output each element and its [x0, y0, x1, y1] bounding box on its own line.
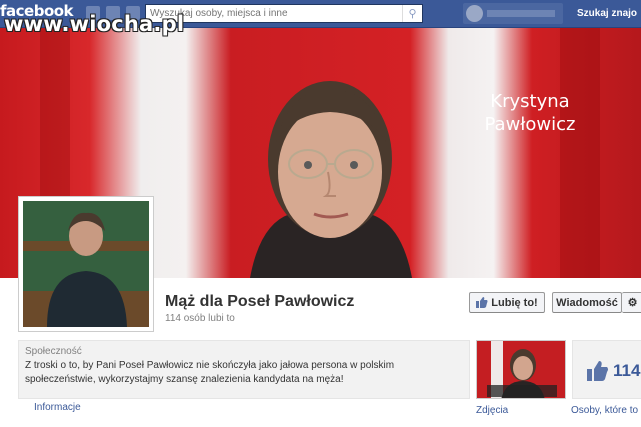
likes-app-thumbnail[interactable]: 114: [572, 340, 641, 399]
message-button-label: Wiadomość: [556, 296, 618, 309]
cover-caption-first-name: Krystyna: [490, 91, 570, 112]
profile-name-redacted: [487, 10, 555, 17]
like-button-label: Lubię to!: [491, 296, 538, 309]
photos-app-thumbnail[interactable]: [476, 340, 566, 399]
likes-app-label[interactable]: Osoby, które to: [571, 405, 638, 416]
search-icon[interactable]: ⚲: [402, 5, 422, 22]
profile-link[interactable]: [463, 3, 563, 24]
likes-app-number: 114: [613, 361, 641, 380]
photos-app-label[interactable]: Zdjęcia: [476, 405, 508, 416]
message-button[interactable]: Wiadomość: [552, 292, 622, 313]
likes-count[interactable]: 114 osób lubi to: [165, 313, 235, 324]
profile-picture[interactable]: [18, 196, 154, 332]
flag-fold: [560, 28, 600, 278]
photos-thumbnail-image: [477, 341, 565, 398]
profile-photo-illustration: [23, 201, 149, 327]
info-link[interactable]: Informacje: [34, 402, 81, 413]
gear-icon: ⚙: [627, 297, 638, 309]
thumbs-up-icon: [587, 361, 608, 381]
avatar: [466, 5, 483, 22]
search-box[interactable]: ⚲: [145, 4, 423, 23]
page-category[interactable]: Społeczność: [25, 346, 463, 357]
cover-caption: Krystyna Pawłowicz: [470, 90, 590, 136]
cover-caption-last-name: Pawłowicz: [484, 114, 576, 135]
page-description: Z troski o to, by Pani Poseł Pawłowicz n…: [25, 360, 395, 385]
gear-button[interactable]: ⚙: [622, 292, 641, 313]
like-button[interactable]: Lubię to!: [469, 292, 545, 313]
profile-picture-image: [23, 201, 149, 327]
thumbs-up-icon: [476, 297, 488, 308]
watermark: www.wiocha.pl: [4, 12, 185, 36]
cover-portrait: [250, 81, 412, 278]
about-box: Społeczność Z troski o to, by Pani Poseł…: [18, 340, 470, 399]
find-friends-link[interactable]: Szukaj znajo: [577, 8, 637, 19]
page-title[interactable]: Mąż dla Poseł Pawłowicz: [165, 293, 354, 311]
